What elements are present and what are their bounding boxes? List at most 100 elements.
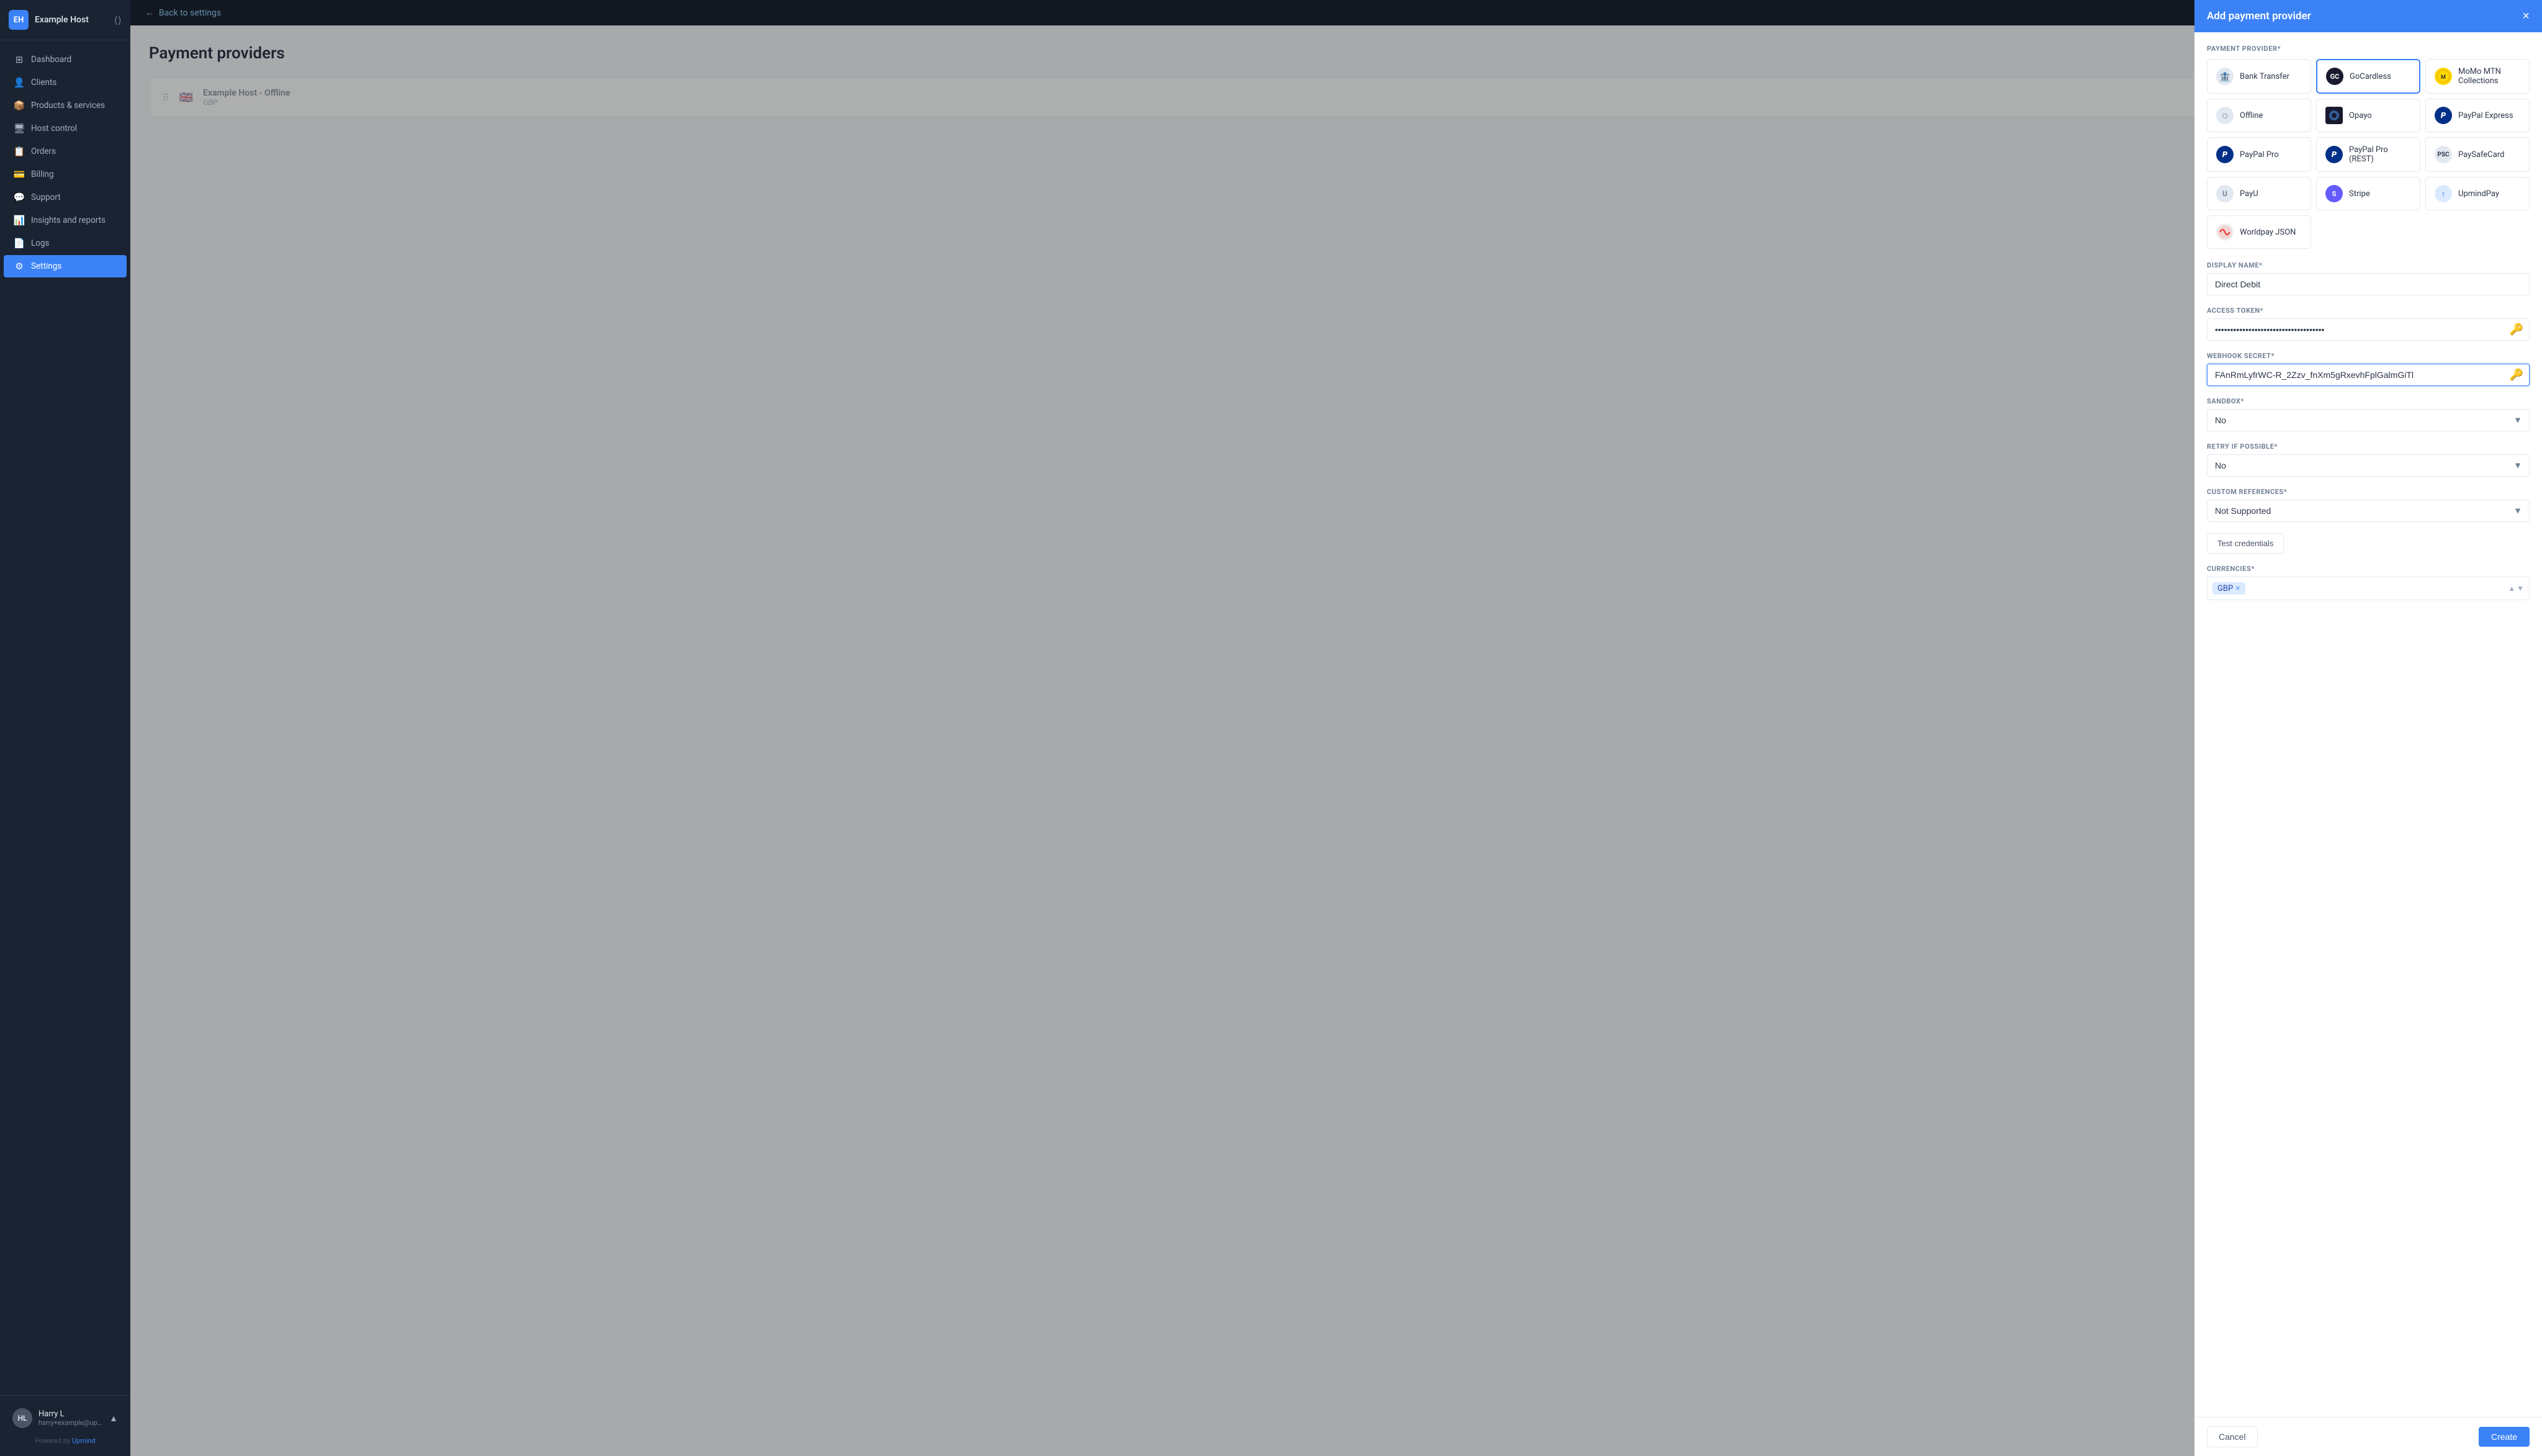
sidebar-item-billing[interactable]: 💳 Billing [4, 163, 127, 186]
sidebar-item-logs[interactable]: 📄 Logs [4, 232, 127, 254]
provider-option-paypal-pro-rest[interactable]: P PayPal Pro (REST) [2316, 137, 2420, 172]
paypal-express-label: PayPal Express [2458, 111, 2513, 120]
retry-select-wrap: No Yes ▼ [2207, 454, 2530, 477]
provider-option-gocardless[interactable]: GC GoCardless [2316, 59, 2420, 94]
sidebar-item-clients[interactable]: 👤 Clients [4, 71, 127, 94]
sidebar-settings-label: Settings [31, 261, 61, 271]
momo-logo: M [2435, 68, 2452, 85]
provider-option-stripe[interactable]: S Stripe [2316, 177, 2420, 210]
access-token-visibility-icon[interactable]: 🔑 [2510, 323, 2523, 336]
sidebar-item-label: Dashboard [31, 55, 71, 65]
provider-option-payu[interactable]: U PayU [2207, 177, 2311, 210]
sidebar-header: EH Example Host ⟨⟩ [0, 0, 130, 40]
sidebar-item-support[interactable]: 💬 Support [4, 186, 127, 209]
custom-refs-select[interactable]: Not Supported Supported [2207, 500, 2530, 522]
currency-tag-gbp: GBP × [2212, 582, 2245, 595]
main-area: ← Back to settings Payment providers ⠿ 🇬… [130, 0, 2542, 1456]
worldpay-logo [2216, 223, 2234, 241]
sidebar-user[interactable]: HL Harry L harry+example@upmind... ▲ [7, 1403, 123, 1433]
provider-option-opayo[interactable]: Opayo [2316, 99, 2420, 132]
svg-text:M: M [2441, 74, 2446, 81]
support-icon: 💬 [14, 192, 25, 203]
user-name: Harry L [38, 1409, 103, 1419]
webhook-secret-input[interactable] [2207, 364, 2530, 386]
custom-refs-select-wrap: Not Supported Supported ▼ [2207, 500, 2530, 522]
offline-logo: ○ [2216, 107, 2234, 124]
avatar: HL [12, 1408, 32, 1428]
payu-logo: U [2216, 185, 2234, 202]
webhook-secret-input-wrap: 🔑 [2207, 364, 2530, 386]
provider-option-upmindpay[interactable]: ↑ UpmindPay [2425, 177, 2530, 210]
modal-header: Add payment provider × [2194, 0, 2542, 32]
sidebar-item-settings[interactable]: ⚙ Settings [4, 255, 127, 277]
modal-close-button[interactable]: × [2522, 10, 2530, 22]
sandbox-select[interactable]: No Yes [2207, 409, 2530, 431]
access-token-input-wrap: 🔑 [2207, 318, 2530, 341]
access-token-input[interactable] [2207, 318, 2530, 341]
modal-title: Add payment provider [2207, 10, 2311, 22]
create-button[interactable]: Create [2479, 1427, 2530, 1447]
provider-option-paypal-express[interactable]: P PayPal Express [2425, 99, 2530, 132]
payment-provider-section-label: PAYMENT PROVIDER* [2207, 45, 2530, 53]
paysafecard-logo: PSC [2435, 146, 2452, 163]
sidebar-item-dashboard[interactable]: ⊞ Dashboard [4, 48, 127, 71]
sidebar-item-label: Billing [31, 169, 54, 179]
sidebar-item-insights[interactable]: 📊 Insights and reports [4, 209, 127, 231]
provider-option-momo[interactable]: M MoMo MTN Collections [2425, 59, 2530, 94]
currency-tag-gbp-remove[interactable]: × [2235, 583, 2240, 593]
custom-refs-group: CUSTOM REFERENCES* Not Supported Support… [2207, 488, 2530, 522]
billing-icon: 💳 [14, 169, 25, 180]
sidebar-item-label: Products & services [31, 101, 105, 110]
provider-option-worldpay[interactable]: Worldpay JSON [2207, 215, 2311, 249]
provider-grid: 🏦 Bank Transfer GC GoCardless M MoMo MTN… [2207, 59, 2530, 249]
display-name-input[interactable] [2207, 273, 2530, 295]
sidebar-nav: ⊞ Dashboard 👤 Clients 📦 Products & servi… [0, 40, 130, 1395]
currencies-group: CURRENCIES* GBP × ▲ ▼ [2207, 565, 2530, 600]
modal-footer: Cancel Create [2194, 1417, 2542, 1456]
products-icon: 📦 [14, 100, 25, 111]
retry-select[interactable]: No Yes [2207, 454, 2530, 477]
retry-label: RETRY IF POSSIBLE* [2207, 443, 2530, 451]
modal-overlay: Add payment provider × PAYMENT PROVIDER*… [130, 0, 2542, 1456]
access-token-group: ACCESS TOKEN* 🔑 [2207, 307, 2530, 341]
access-token-label: ACCESS TOKEN* [2207, 307, 2530, 315]
paypal-pro-rest-label: PayPal Pro (REST) [2349, 145, 2411, 164]
sidebar-item-label: Insights and reports [31, 215, 106, 225]
sidebar-footer: HL Harry L harry+example@upmind... ▲ Pow… [0, 1395, 130, 1456]
sidebar-item-products[interactable]: 📦 Products & services [4, 94, 127, 117]
bank-transfer-logo: 🏦 [2216, 68, 2234, 85]
display-name-group: DISPLAY NAME* [2207, 261, 2530, 295]
clients-icon: 👤 [14, 77, 25, 88]
provider-option-offline[interactable]: ○ Offline [2207, 99, 2311, 132]
opayo-label: Opayo [2349, 111, 2372, 120]
powered-by: Powered by Upmind [7, 1433, 123, 1449]
sidebar-collapse-button[interactable]: ⟨⟩ [114, 14, 122, 26]
currencies-down-icon: ▼ [2517, 584, 2524, 593]
insights-icon: 📊 [14, 215, 25, 226]
test-credentials-button[interactable]: Test credentials [2207, 533, 2284, 554]
webhook-secret-visibility-icon[interactable]: 🔑 [2510, 369, 2523, 382]
gocardless-label: GoCardless [2350, 72, 2391, 81]
payu-label: PayU [2240, 189, 2258, 199]
sandbox-group: SANDBOX* No Yes ▼ [2207, 397, 2530, 431]
upmind-link[interactable]: Upmind [72, 1437, 96, 1445]
sandbox-label: SANDBOX* [2207, 397, 2530, 405]
sidebar-item-orders[interactable]: 📋 Orders [4, 140, 127, 163]
modal-body: PAYMENT PROVIDER* 🏦 Bank Transfer GC GoC… [2194, 32, 2542, 1417]
provider-option-paysafecard[interactable]: PSC PaySafeCard [2425, 137, 2530, 172]
sidebar-item-host-control[interactable]: 🖥 Host control [4, 117, 127, 140]
user-info: Harry L harry+example@upmind... [38, 1409, 103, 1427]
provider-option-bank-transfer[interactable]: 🏦 Bank Transfer [2207, 59, 2311, 94]
cancel-button[interactable]: Cancel [2207, 1426, 2258, 1447]
webhook-secret-label: WEBHOOK SECRET* [2207, 352, 2530, 360]
provider-option-paypal-pro[interactable]: P PayPal Pro [2207, 137, 2311, 172]
host-control-icon: 🖥 [14, 123, 25, 134]
currencies-chevrons: ▲ ▼ [2508, 584, 2524, 593]
paypal-pro-logo: P [2216, 146, 2234, 163]
custom-refs-label: CUSTOM REFERENCES* [2207, 488, 2530, 496]
currencies-up-icon: ▲ [2508, 584, 2515, 593]
upmindpay-logo: ↑ [2435, 185, 2452, 202]
bank-transfer-label: Bank Transfer [2240, 72, 2289, 81]
currencies-input[interactable]: GBP × ▲ ▼ [2207, 577, 2530, 600]
retry-group: RETRY IF POSSIBLE* No Yes ▼ [2207, 443, 2530, 477]
